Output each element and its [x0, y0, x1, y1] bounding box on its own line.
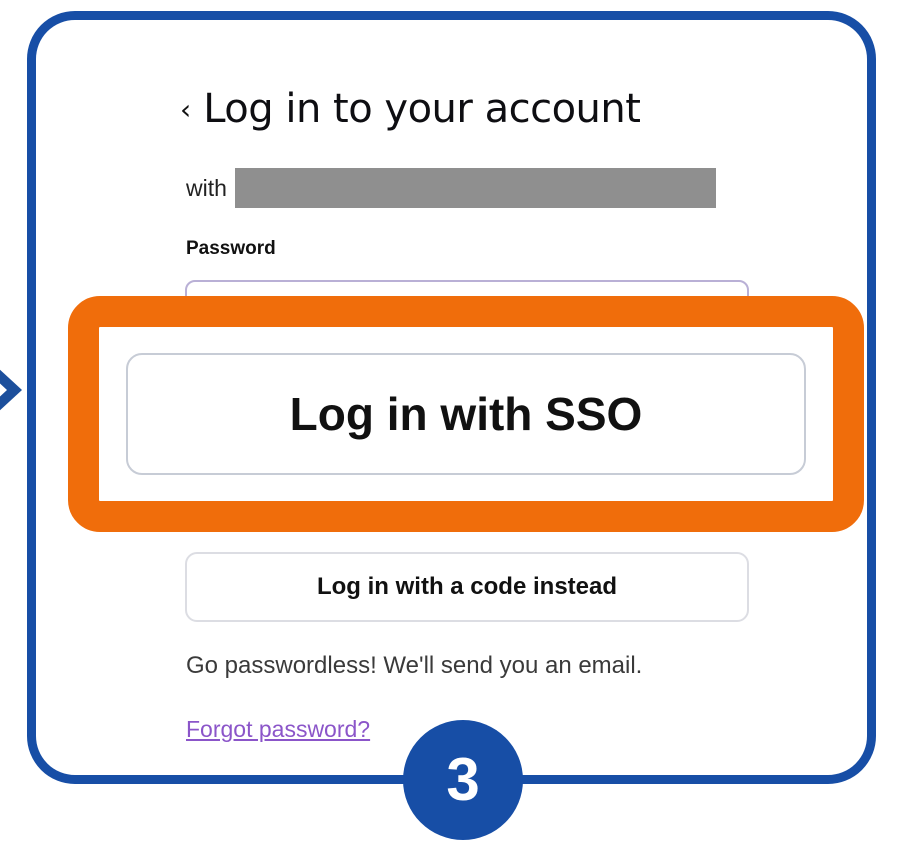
previous-step-arrow-icon: [0, 366, 22, 414]
header: ‹ Log in to your account: [180, 86, 641, 132]
redacted-email: [234, 168, 716, 208]
account-identifier: with: [186, 168, 716, 208]
page-title: Log in to your account: [203, 86, 641, 132]
code-login-button[interactable]: Log in with a code instead: [185, 552, 749, 622]
chevron-left-icon[interactable]: ‹: [180, 96, 191, 124]
code-button-label: Log in with a code instead: [316, 573, 618, 600]
step-number: 3: [446, 746, 480, 813]
tutorial-stage: ‹ Log in to your account with Password L…: [0, 0, 905, 847]
passwordless-hint: Go passwordless! We'll send you an email…: [186, 652, 643, 679]
sso-button-label: Log in with SSO: [289, 388, 643, 440]
with-label: with: [186, 174, 227, 201]
password-label: Password: [186, 238, 276, 259]
forgot-password-link[interactable]: Forgot password?: [186, 716, 370, 743]
sso-login-button[interactable]: Log in with SSO: [126, 353, 806, 475]
step-badge: 3: [403, 720, 523, 840]
